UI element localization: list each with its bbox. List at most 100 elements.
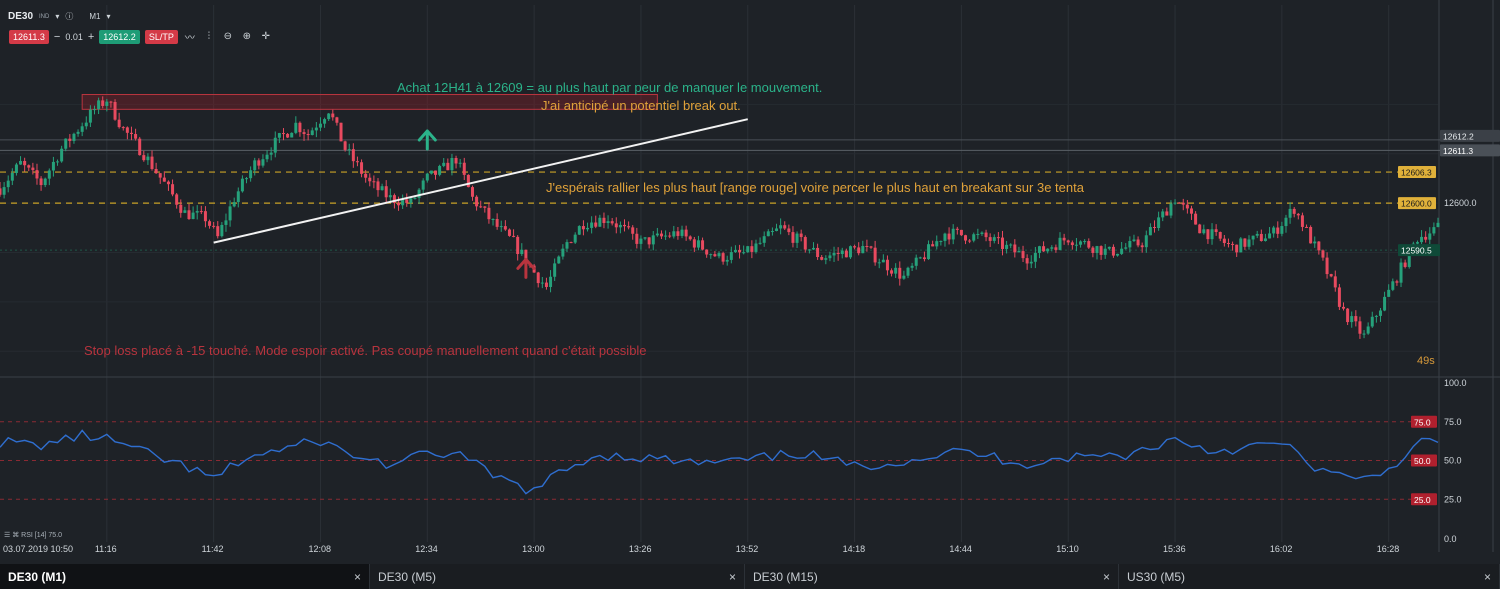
- candle-body: [1226, 243, 1230, 245]
- close-icon[interactable]: ×: [354, 570, 361, 584]
- close-icon[interactable]: ×: [1103, 570, 1110, 584]
- sell-price-button[interactable]: 12611.3: [9, 29, 49, 44]
- candle-body: [968, 240, 972, 242]
- price-chart-canvas[interactable]: Achat 12H41 à 12609 = au plus haut par p…: [0, 0, 1500, 589]
- candle-body: [1350, 316, 1354, 323]
- level-high-tag: 12606.3: [1401, 168, 1432, 178]
- candle-body: [544, 282, 548, 287]
- close-icon[interactable]: ×: [1484, 570, 1491, 584]
- candle-body: [853, 246, 857, 248]
- candle-body: [1165, 211, 1169, 216]
- zoom-out-icon[interactable]: ⊖: [221, 31, 235, 42]
- candle-body: [228, 206, 232, 221]
- candle-body: [339, 122, 343, 142]
- candle-body: [857, 247, 861, 254]
- candle-body: [2, 187, 6, 195]
- candle-body: [232, 202, 236, 207]
- candle-body: [1074, 244, 1078, 246]
- candle-body: [368, 177, 372, 182]
- candle-body: [479, 206, 483, 208]
- candle-body: [195, 211, 199, 213]
- candle-body: [1210, 229, 1214, 240]
- candle-body: [1050, 247, 1054, 249]
- candle-body: [1247, 239, 1251, 247]
- candle-body: [840, 250, 844, 255]
- tab-de30-m15[interactable]: DE30 (M15) ×: [745, 564, 1119, 589]
- candle-body: [425, 173, 429, 181]
- line-chart-icon[interactable]: 〰: [183, 29, 197, 44]
- candle-body: [1099, 246, 1103, 255]
- candle-body: [881, 259, 885, 263]
- candle-body: [684, 229, 688, 237]
- candle-body: [462, 162, 466, 175]
- tab-de30-m1[interactable]: DE30 (M1) ×: [0, 564, 370, 589]
- volume-value[interactable]: 0.01: [65, 32, 83, 42]
- tab-de30-m5[interactable]: DE30 (M5) ×: [370, 564, 745, 589]
- minus-icon[interactable]: −: [54, 31, 60, 43]
- chevron-down-icon[interactable]: ▾: [55, 12, 59, 21]
- candle-body: [1346, 308, 1350, 323]
- candle-body: [1222, 238, 1226, 244]
- zoom-in-icon[interactable]: ⊕: [240, 31, 254, 42]
- candle-body: [43, 178, 47, 186]
- candle-body: [240, 178, 244, 192]
- candle-body: [294, 122, 298, 133]
- candle-body: [154, 168, 158, 174]
- candle-body: [1329, 274, 1333, 277]
- candle-body: [873, 247, 877, 263]
- candle-body: [1235, 244, 1239, 253]
- time-axis-label: 14:18: [843, 544, 866, 554]
- candle-body: [775, 228, 779, 232]
- candle-body: [1251, 235, 1255, 240]
- candle-body: [742, 252, 746, 254]
- candle-body: [138, 138, 142, 156]
- close-icon[interactable]: ×: [729, 570, 736, 584]
- chart-workspace: Achat 12H41 à 12609 = au plus haut par p…: [0, 0, 1500, 589]
- candle-body: [680, 229, 684, 236]
- crosshair-icon[interactable]: ✛: [259, 31, 273, 42]
- candle-body: [512, 235, 516, 237]
- candle-body: [631, 227, 635, 234]
- candle-body: [397, 202, 401, 206]
- candle-body: [35, 170, 39, 179]
- candle-body: [1013, 244, 1017, 253]
- candle-body: [931, 244, 935, 247]
- time-axis-label: 16:28: [1377, 544, 1400, 554]
- candle-body: [623, 224, 627, 227]
- candle-body: [92, 109, 96, 111]
- candle-body: [429, 170, 433, 174]
- candle-body: [199, 211, 203, 213]
- indicator-icon: ☰ ⌘: [4, 532, 22, 539]
- sltp-button[interactable]: SL/TP: [144, 29, 178, 44]
- arrow-up-icon-1: [516, 257, 536, 279]
- candle-body: [380, 186, 384, 191]
- symbol-name[interactable]: DE30: [8, 11, 33, 22]
- candle-body: [1029, 261, 1033, 264]
- candle-body: [1148, 227, 1152, 236]
- candle-body: [39, 178, 43, 186]
- candle-body: [27, 165, 31, 168]
- indicators-icon[interactable]: ⫶: [202, 31, 216, 42]
- candle-body: [413, 197, 417, 199]
- candle-body: [540, 282, 544, 284]
- candle-body: [1424, 236, 1428, 240]
- chevron-down-icon[interactable]: ▾: [107, 12, 111, 21]
- candle-body: [224, 220, 228, 225]
- candle-body: [64, 138, 68, 149]
- candle-body: [183, 210, 187, 213]
- timeframe-selector[interactable]: M1: [89, 12, 100, 21]
- candle-body: [121, 127, 125, 129]
- candle-body: [943, 233, 947, 241]
- info-icon[interactable]: ⓘ: [65, 11, 73, 22]
- candle-body: [503, 226, 507, 230]
- candle-body: [590, 222, 594, 228]
- plus-icon[interactable]: +: [88, 31, 94, 43]
- candle-body: [491, 218, 495, 220]
- candle-body: [1313, 241, 1317, 244]
- candle-body: [832, 252, 836, 256]
- candle-body: [1111, 246, 1115, 256]
- tab-us30-m5[interactable]: US30 (M5) ×: [1119, 564, 1500, 589]
- buy-price-button[interactable]: 12612.2: [99, 29, 140, 44]
- candle-body: [655, 233, 659, 236]
- candle-body: [507, 229, 511, 236]
